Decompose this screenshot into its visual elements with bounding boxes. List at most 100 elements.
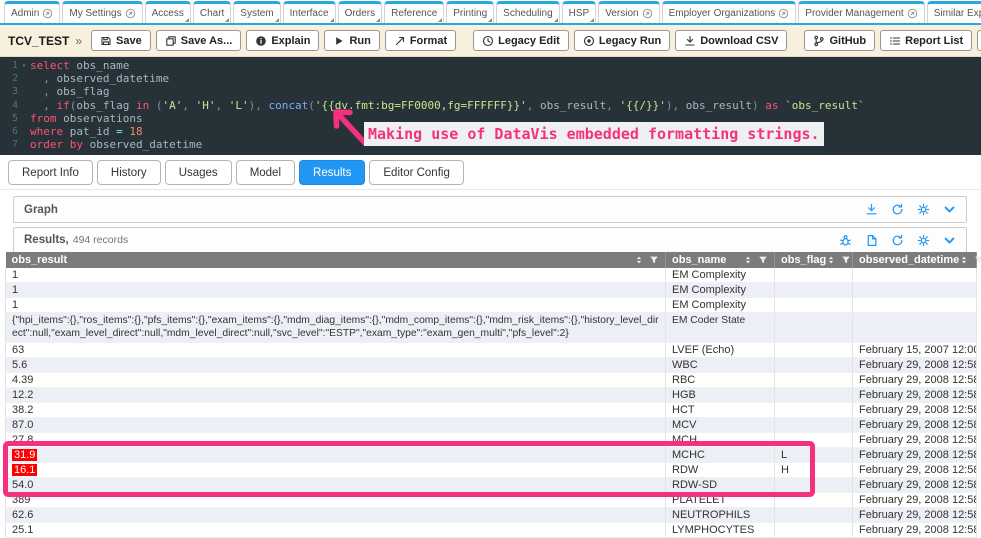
refresh-icon[interactable] <box>891 203 904 216</box>
external-link-icon[interactable] <box>125 8 136 19</box>
save-button[interactable]: Save <box>91 30 151 51</box>
sort-icon[interactable] <box>826 255 836 265</box>
code-token: ), <box>249 99 269 112</box>
column-header-obs-flag[interactable]: obs_flag <box>775 252 853 268</box>
code-line: 4 , if(obs_flag in ('A', 'H', 'L'), conc… <box>0 99 981 112</box>
gear-icon[interactable] <box>917 203 930 216</box>
cell-obs-result: 1 <box>6 298 666 313</box>
file-icon[interactable] <box>865 234 878 247</box>
sort-icon[interactable] <box>634 255 644 265</box>
cell-obs-result: 4.39 <box>6 373 666 388</box>
report-name-expander[interactable]: » <box>75 34 82 48</box>
save-as-button[interactable]: Save As... <box>156 30 242 51</box>
code-token: , <box>527 99 540 112</box>
external-link-icon[interactable] <box>642 8 653 19</box>
code-token: 'H' <box>196 99 216 112</box>
external-link-icon[interactable] <box>778 8 789 19</box>
nav-tab-access[interactable]: Access <box>145 1 191 23</box>
report-list-button[interactable]: Report List <box>880 30 972 51</box>
table-row[interactable]: 1EM Complexity <box>6 298 977 313</box>
nav-tab-version[interactable]: Version <box>598 1 659 23</box>
info-icon <box>255 35 267 47</box>
nav-tab-my-settings[interactable]: My Settings <box>62 1 142 23</box>
nav-tab-orders[interactable]: Orders <box>338 1 383 23</box>
nav-tab-label: Reference <box>391 8 437 19</box>
cell-observed-datetime: February 29, 2008 12:58 PM <box>853 493 977 508</box>
cell-obs-flag <box>775 508 853 523</box>
table-row[interactable]: 1EM Complexity <box>6 283 977 298</box>
code-token: observed_datetime <box>57 72 170 85</box>
sort-icon[interactable] <box>743 255 753 265</box>
funnel-icon[interactable] <box>841 255 851 265</box>
column-header-label: obs_name <box>672 254 726 266</box>
cell-obs-result: 38.2 <box>6 403 666 418</box>
column-header-obs-result[interactable]: obs_result <box>6 252 666 268</box>
column-header-obs-name[interactable]: obs_name <box>666 252 775 268</box>
nav-tab-hsp[interactable]: HSP <box>562 1 597 23</box>
tab-report-info[interactable]: Report Info <box>8 160 93 185</box>
table-row[interactable]: 63LVEF (Echo)February 15, 2007 12:00 AM <box>6 343 977 358</box>
table-row[interactable]: 4.39RBCFebruary 29, 2008 12:58 PM <box>6 373 977 388</box>
table-row[interactable]: {"hpi_items":{},"ros_items":{},"pfs_item… <box>6 313 977 343</box>
copy-icon <box>165 35 177 47</box>
top-nav-bar: AdminMy SettingsAccess Chart System Interfa… <box>0 0 981 25</box>
nav-tab-label: Chart <box>200 8 224 19</box>
table-row[interactable]: 25.1LYMPHOCYTESFebruary 29, 2008 12:58 P… <box>6 523 977 538</box>
nav-tab-system[interactable]: System <box>233 1 280 23</box>
chevron-down-icon[interactable] <box>943 234 956 247</box>
model-button[interactable]: Model <box>977 30 981 51</box>
table-row[interactable]: 62.6NEUTROPHILSFebruary 29, 2008 12:58 P… <box>6 508 977 523</box>
funnel-icon[interactable] <box>758 255 768 265</box>
tab-model[interactable]: Model <box>236 160 295 185</box>
cell-observed-datetime: February 29, 2008 12:58 PM <box>853 358 977 373</box>
download-icon <box>684 35 696 47</box>
table-row[interactable]: 1EM Complexity <box>6 268 977 283</box>
tab-results[interactable]: Results <box>299 160 365 185</box>
refresh-icon[interactable] <box>891 234 904 247</box>
column-header-label: obs_result <box>12 254 68 266</box>
nav-tab-reference[interactable]: Reference <box>384 1 444 23</box>
explain-button[interactable]: Explain <box>246 30 319 51</box>
nav-tab-provider-management[interactable]: Provider Management <box>798 1 924 23</box>
download-csv-button[interactable]: Download CSV <box>675 30 787 51</box>
table-row[interactable]: 38.2HCTFebruary 29, 2008 12:58 PM <box>6 403 977 418</box>
column-header-observed-datetime[interactable]: observed_datetime <box>853 252 977 268</box>
funnel-icon[interactable] <box>649 255 659 265</box>
table-row[interactable]: 12.2HGBFebruary 29, 2008 12:58 PM <box>6 388 977 403</box>
fold-caret-icon[interactable]: ▾ <box>18 59 30 72</box>
funnel-icon[interactable] <box>974 255 981 265</box>
nav-tab-printing[interactable]: Printing <box>446 1 494 23</box>
cell-obs-result: 12.2 <box>6 388 666 403</box>
github-button[interactable]: GitHub <box>804 30 875 51</box>
external-link-icon[interactable] <box>42 8 53 19</box>
tab-usages[interactable]: Usages <box>165 160 232 185</box>
download-icon[interactable] <box>865 203 878 216</box>
code-token: , <box>182 99 195 112</box>
line-number: 6 <box>0 125 18 138</box>
nav-tab-label: Interface <box>290 8 329 19</box>
table-row[interactable]: 87.0MCVFebruary 29, 2008 12:58 PM <box>6 418 977 433</box>
sort-icon[interactable] <box>959 255 969 265</box>
legacy-edit-button[interactable]: Legacy Edit <box>473 30 569 51</box>
format-button[interactable]: Format <box>385 30 456 51</box>
results-panel-title: Results,494 records <box>24 234 128 246</box>
tab-history[interactable]: History <box>97 160 161 185</box>
nav-tab-similar-exposure-groups-segs[interactable]: Similar Exposure Groups (SEGs) <box>927 1 981 23</box>
legacy-run-button[interactable]: Legacy Run <box>574 30 670 51</box>
cell-obs-flag <box>775 373 853 388</box>
column-header-icons <box>959 255 981 265</box>
run-button[interactable]: Run <box>324 30 379 51</box>
table-row[interactable]: 5.6WBCFebruary 29, 2008 12:58 PM <box>6 358 977 373</box>
cell-observed-datetime: February 29, 2008 12:58 PM <box>853 388 977 403</box>
nav-tab-scheduling[interactable]: Scheduling <box>496 1 559 23</box>
nav-tab-admin[interactable]: Admin <box>4 1 60 23</box>
tab-editor-config[interactable]: Editor Config <box>369 160 463 185</box>
nav-tab-employer-organizations[interactable]: Employer Organizations <box>662 1 797 23</box>
gear-icon[interactable] <box>917 234 930 247</box>
external-link-icon[interactable] <box>907 8 918 19</box>
nav-tab-interface[interactable]: Interface <box>283 1 336 23</box>
nav-tab-chart[interactable]: Chart <box>193 1 231 23</box>
bug-icon[interactable] <box>839 234 852 247</box>
chevron-down-icon[interactable] <box>943 203 956 216</box>
cell-observed-datetime <box>853 283 977 298</box>
